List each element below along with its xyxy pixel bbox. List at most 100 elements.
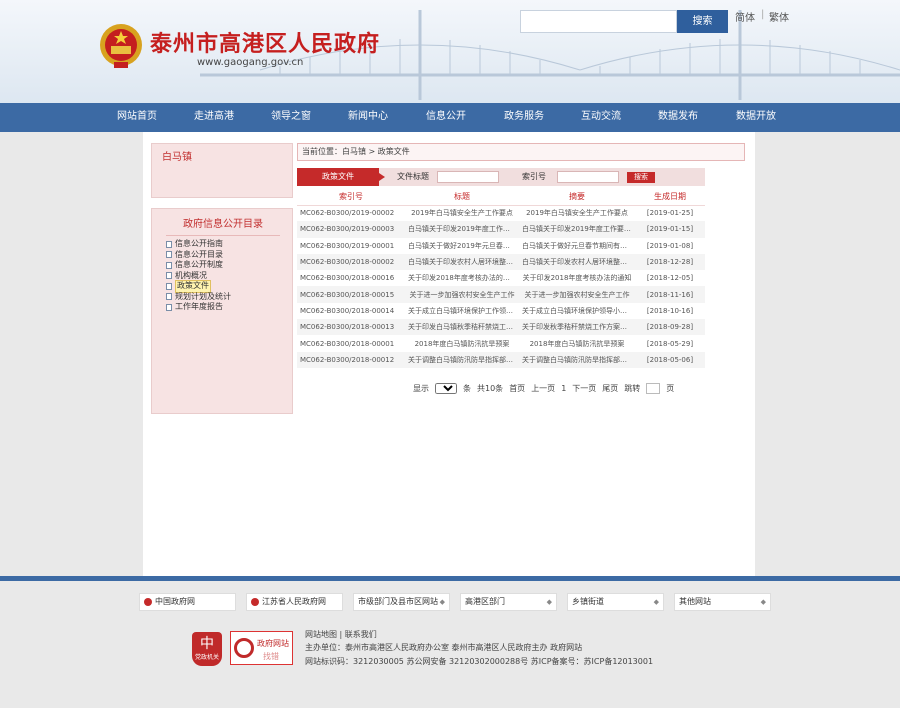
directory-tree: 信息公开指南 信息公开目录 信息公开制度 机构概况 政策文件 规划计划及统计 工… [166, 239, 231, 313]
document-icon [166, 251, 172, 259]
link-gov-cn[interactable]: 中国政府网 [139, 593, 236, 611]
related-links: 中国政府网 江苏省人民政府网 市级部门及县市区网站 ◆ 高港区部门 ◆ 乡镇街道 ◆ … [139, 593, 771, 611]
link-other-sites-select[interactable]: 其他网站 ◆ [674, 593, 771, 611]
chevron-down-icon: ◆ [546, 598, 552, 606]
document-icon [166, 240, 172, 248]
party-gov-badge[interactable]: 中 党政机关 [192, 632, 222, 666]
nav-item-data-release[interactable]: 数据发布 [638, 103, 718, 132]
nav-item-interaction[interactable]: 互动交流 [561, 103, 641, 132]
summary-cell: 2018年度白马镇防汛抗旱预案 [519, 335, 635, 352]
tree-item[interactable]: 信息公开指南 [166, 239, 231, 250]
tree-item[interactable]: 规划计划及统计 [166, 292, 231, 303]
search-button[interactable]: 搜索 [677, 10, 728, 33]
simplified-chinese-link[interactable]: 简体 [735, 9, 755, 24]
date-cell: [2019-01-15] [635, 221, 705, 238]
tab-policy-files[interactable]: 政策文件 [297, 168, 385, 186]
summary-cell: 白马镇关于做好元旦春节期间有关工作的通知 [519, 237, 635, 254]
summary-cell: 白马镇关于印发2019年度工作要点的通知 [519, 221, 635, 238]
search-input[interactable] [520, 10, 677, 33]
page-jump-input[interactable] [646, 383, 661, 394]
summary-cell: 关于印发秋季秸秆禁烧工作方案的通知 [519, 319, 635, 336]
content-area: 白马镇 政府信息公开目录 信息公开指南 信息公开目录 信息公开制度 机构概况 政… [143, 132, 755, 576]
zone-title: 白马镇 [162, 152, 192, 163]
emblem-icon [251, 597, 259, 606]
title-cell[interactable]: 关于调整白马镇防汛防旱指挥部成员的通知 [405, 351, 519, 368]
table-row[interactable]: MC062-B0300/2018-00012关于调整白马镇防汛防旱指挥部成员的通… [297, 351, 705, 368]
document-icon [166, 282, 172, 290]
pager-total: 共10条 [477, 384, 504, 393]
prev-page-link[interactable]: 上一页 [531, 383, 555, 394]
table-header-row: 索引号 标题 摘要 生成日期 [297, 188, 705, 206]
date-cell: [2018-05-29] [635, 335, 705, 352]
table-row[interactable]: MC062-B0300/2019-00002 2019年白马镇安全生产工作要点 20… [297, 205, 705, 222]
badge-label: 找错 [263, 652, 279, 661]
badge-label: 政府网站 [257, 639, 289, 648]
title-cell[interactable]: 白马镇关于做好2019年元旦春节期间有关工作的通知 [405, 237, 519, 254]
tree-item-selected[interactable]: 政策文件 [166, 280, 231, 293]
index-filter-input[interactable] [557, 171, 619, 183]
table-row[interactable]: MC062-B0300/2018-00016 关于印发2018年度考核办法的通知关… [297, 270, 705, 287]
link-jiangsu-gov[interactable]: 江苏省人民政府网 [246, 593, 343, 611]
filter-bar: 政策文件 文件标题 索引号 搜索 [297, 168, 705, 186]
date-cell: [2019-01-08] [635, 237, 705, 254]
nav-item-info-public[interactable]: 信息公开 [406, 103, 486, 132]
table-row[interactable]: MC062-B0300/2018-00001 2018年度白马镇防汛抗旱预案 201… [297, 335, 705, 352]
table-row[interactable]: MC062-B0300/2018-00013关于印发白马镇秋季秸秆禁烧工作方案的… [297, 319, 705, 336]
nav-item-open-data[interactable]: 数据开放 [716, 103, 796, 132]
chevron-down-icon: ◆ [653, 598, 659, 606]
link-district-depts-select[interactable]: 高港区部门 ◆ [460, 593, 557, 611]
title-cell[interactable]: 2019年白马镇安全生产工作要点 [405, 205, 519, 222]
link-towns-select[interactable]: 乡镇街道 ◆ [567, 593, 664, 611]
date-cell: [2018-05-06] [635, 351, 705, 368]
table-row[interactable]: MC062-B0300/2019-00003白马镇关于印发2019年度工作要点的… [297, 221, 705, 238]
chevron-down-icon: ◆ [760, 598, 766, 606]
current-page: 1 [561, 384, 567, 393]
tree-item[interactable]: 工作年度报告 [166, 302, 231, 313]
pagination: 显示 10 条 共10条 首页 上一页 1 下一页 尾页 跳转 页 [413, 383, 674, 394]
summary-cell: 白马镇关于印发农村人居环境整治工作方案 [519, 253, 635, 271]
footer-links-line[interactable]: 网站地图 | 联系我们 [305, 629, 377, 640]
date-cell: [2018-12-05] [635, 270, 705, 287]
traditional-chinese-link[interactable]: 繁体 [769, 9, 789, 24]
title-cell[interactable]: 关于印发2018年度考核办法的通知 [405, 270, 519, 287]
gov-site-error-badge[interactable]: 政府网站 找错 [230, 631, 293, 665]
site-title[interactable]: 泰州市高港区人民政府 [150, 26, 380, 58]
title-cell[interactable]: 白马镇关于印发2019年度工作要点的通知 [405, 221, 519, 238]
document-icon [166, 303, 172, 311]
tree-item[interactable]: 信息公开目录 [166, 250, 231, 261]
emblem-icon [144, 597, 152, 606]
table-row[interactable]: MC062-B0300/2018-00002白马镇关于印发农村人居环境整治工作方… [297, 253, 705, 271]
link-city-sites-select[interactable]: 市级部门及县市区网站 ◆ [353, 593, 450, 611]
filter-search-button[interactable]: 搜索 [627, 172, 655, 183]
next-page-link[interactable]: 下一页 [572, 383, 596, 394]
nav-item-about[interactable]: 走进高港 [174, 103, 254, 132]
index-cell: MC062-B0300/2019-00003 [297, 221, 405, 238]
title-filter-input[interactable] [437, 171, 499, 183]
badge-symbol-icon: 中 [200, 636, 214, 652]
table-row[interactable]: MC062-B0300/2019-00001白马镇关于做好2019年元旦春节期间… [297, 237, 705, 254]
title-filter-label: 文件标题 [397, 172, 429, 181]
tree-item[interactable]: 信息公开制度 [166, 260, 231, 271]
column-header: 摘要 [519, 188, 635, 206]
title-cell[interactable]: 白马镇关于印发农村人居环境整治工作方案的通知 [405, 253, 519, 271]
per-page-select[interactable]: 10 [435, 383, 457, 394]
index-cell: MC062-B0300/2018-00015 [297, 286, 405, 303]
title-cell[interactable]: 关于进一步加强农村安全生产工作 [405, 286, 519, 303]
chevron-down-icon: ◆ [439, 598, 445, 606]
title-cell[interactable]: 关于成立白马镇环境保护工作领导小组的通知 [405, 302, 519, 320]
last-page-link[interactable]: 尾页 [602, 383, 618, 394]
tree-item-label: 工作年度报告 [175, 302, 223, 311]
table-row[interactable]: MC062-B0300/2018-00014关于成立白马镇环境保护工作领导小组的… [297, 302, 705, 320]
title-cell[interactable]: 关于印发白马镇秋季秸秆禁烧工作方案的通知 [405, 319, 519, 336]
nav-item-services[interactable]: 政务服务 [484, 103, 564, 132]
nav-item-home[interactable]: 网站首页 [97, 103, 177, 132]
goto-label: 跳转 [624, 384, 641, 393]
index-cell: MC062-B0300/2018-00016 [297, 270, 405, 287]
tree-item-label: 信息公开指南 [175, 239, 223, 248]
title-cell[interactable]: 2018年度白马镇防汛抗旱预案 [405, 335, 519, 352]
nav-item-news[interactable]: 新闻中心 [328, 103, 408, 132]
table-row[interactable]: MC062-B0300/2018-00015 关于进一步加强农村安全生产工作 关于进… [297, 286, 705, 303]
index-cell: MC062-B0300/2018-00014 [297, 302, 405, 320]
first-page-link[interactable]: 首页 [509, 383, 525, 394]
nav-item-leaders[interactable]: 领导之窗 [251, 103, 331, 132]
